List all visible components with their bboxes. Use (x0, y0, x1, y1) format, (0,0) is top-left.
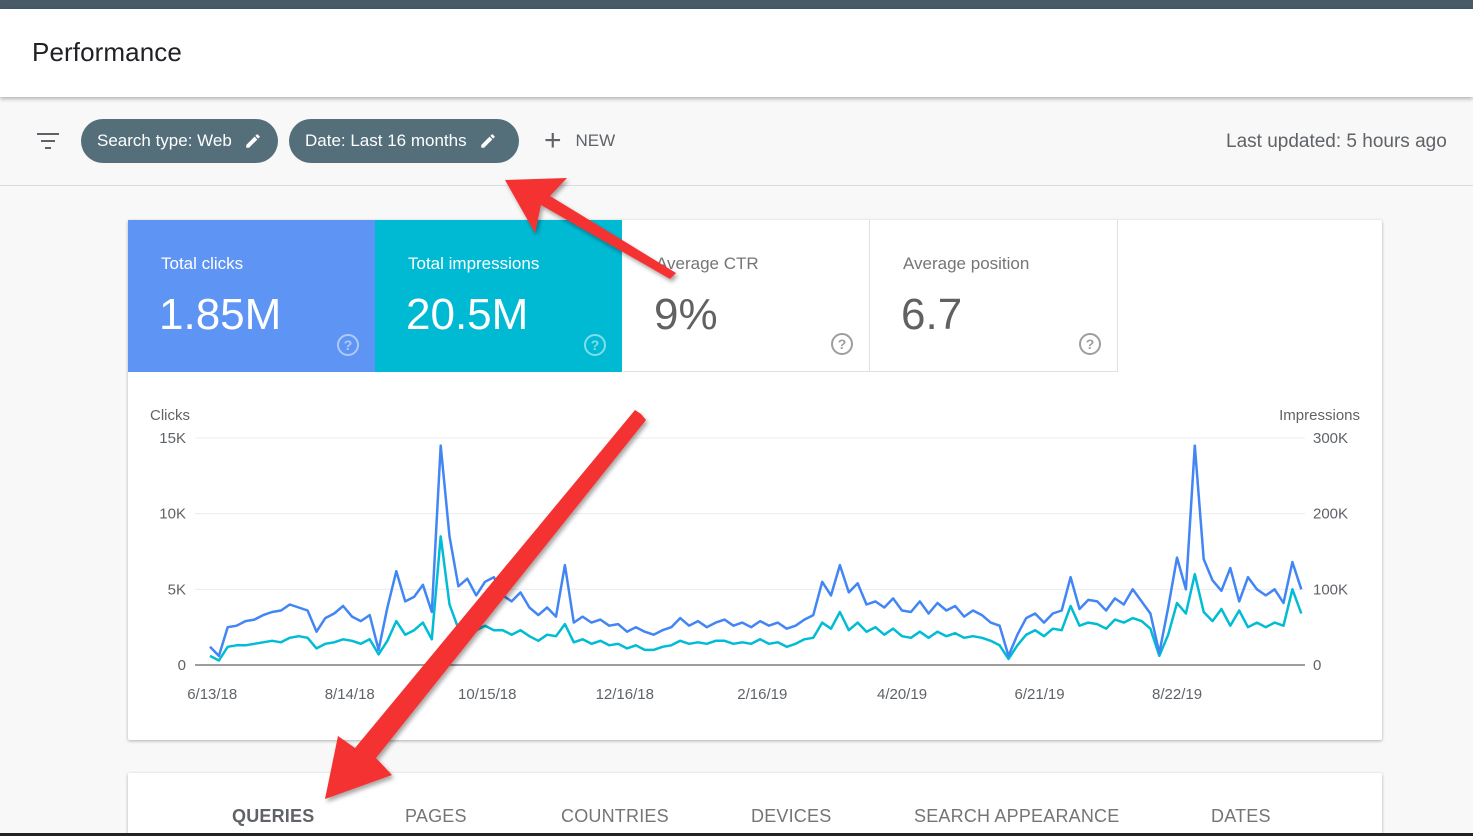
performance-chart-card: Total clicks 1.85M ? Total impressions 2… (128, 220, 1382, 740)
new-filter-button[interactable]: + NEW (544, 124, 616, 157)
dimension-tabs: QUERIES PAGES COUNTRIES DEVICES SEARCH A… (128, 773, 1382, 836)
y-tick-label: 10K (159, 506, 186, 523)
x-tick-label: 6/13/18 (187, 686, 237, 703)
chip-label: Search type: Web (97, 131, 232, 150)
y2-axis-label: Impressions (1279, 407, 1360, 424)
x-tick-label: 10/15/18 (458, 686, 516, 703)
x-tick-label: 12/16/18 (596, 686, 654, 703)
x-tick-label: 8/22/19 (1152, 686, 1202, 703)
top-app-bar (0, 0, 1473, 9)
series-line-impressions[interactable] (209, 535, 1303, 662)
x-tick-label: 2/16/19 (737, 686, 787, 703)
tab-pages[interactable]: PAGES (405, 806, 467, 827)
filter-icon[interactable] (36, 133, 60, 149)
tab-devices[interactable]: DEVICES (751, 806, 831, 827)
pencil-icon (480, 134, 495, 148)
tab-dates[interactable]: DATES (1211, 806, 1271, 827)
search-type-chip[interactable]: Search type: Web (81, 119, 278, 163)
tab-search-appearance[interactable]: SEARCH APPEARANCE (914, 806, 1119, 827)
tab-queries[interactable]: QUERIES (232, 806, 314, 827)
y-tick-label: 5K (168, 581, 186, 598)
plus-icon: + (544, 124, 562, 157)
date-range-chip[interactable]: Date: Last 16 months (289, 119, 519, 163)
chip-label: Date: Last 16 months (305, 131, 467, 150)
tab-countries[interactable]: COUNTRIES (561, 806, 669, 827)
y-axis-label: Clicks (150, 407, 190, 424)
y-tick-label: 15K (159, 430, 186, 447)
new-label: NEW (575, 131, 616, 150)
performance-line-chart[interactable]: Clicks Impressions 0 0 5K 100K 10K 200K 15K 300… (128, 220, 1382, 740)
x-tick-label: 4/20/19 (877, 686, 927, 703)
x-tick-label: 6/21/19 (1015, 686, 1065, 703)
y2-tick-label: 100K (1313, 581, 1348, 598)
last-updated-text: Last updated: 5 hours ago (1226, 131, 1447, 152)
pencil-icon (246, 134, 260, 148)
x-tick-label: 8/14/18 (325, 686, 375, 703)
y-tick-label: 0 (178, 657, 186, 674)
page-title: Performance (32, 37, 182, 67)
filter-bar: Search type: Web Date: Last 16 months + … (0, 97, 1473, 186)
page-header: Performance (0, 9, 1473, 97)
y2-tick-label: 200K (1313, 506, 1348, 523)
y2-tick-label: 300K (1313, 430, 1348, 447)
y2-tick-label: 0 (1313, 657, 1321, 674)
series-line-clicks[interactable] (209, 444, 1303, 658)
